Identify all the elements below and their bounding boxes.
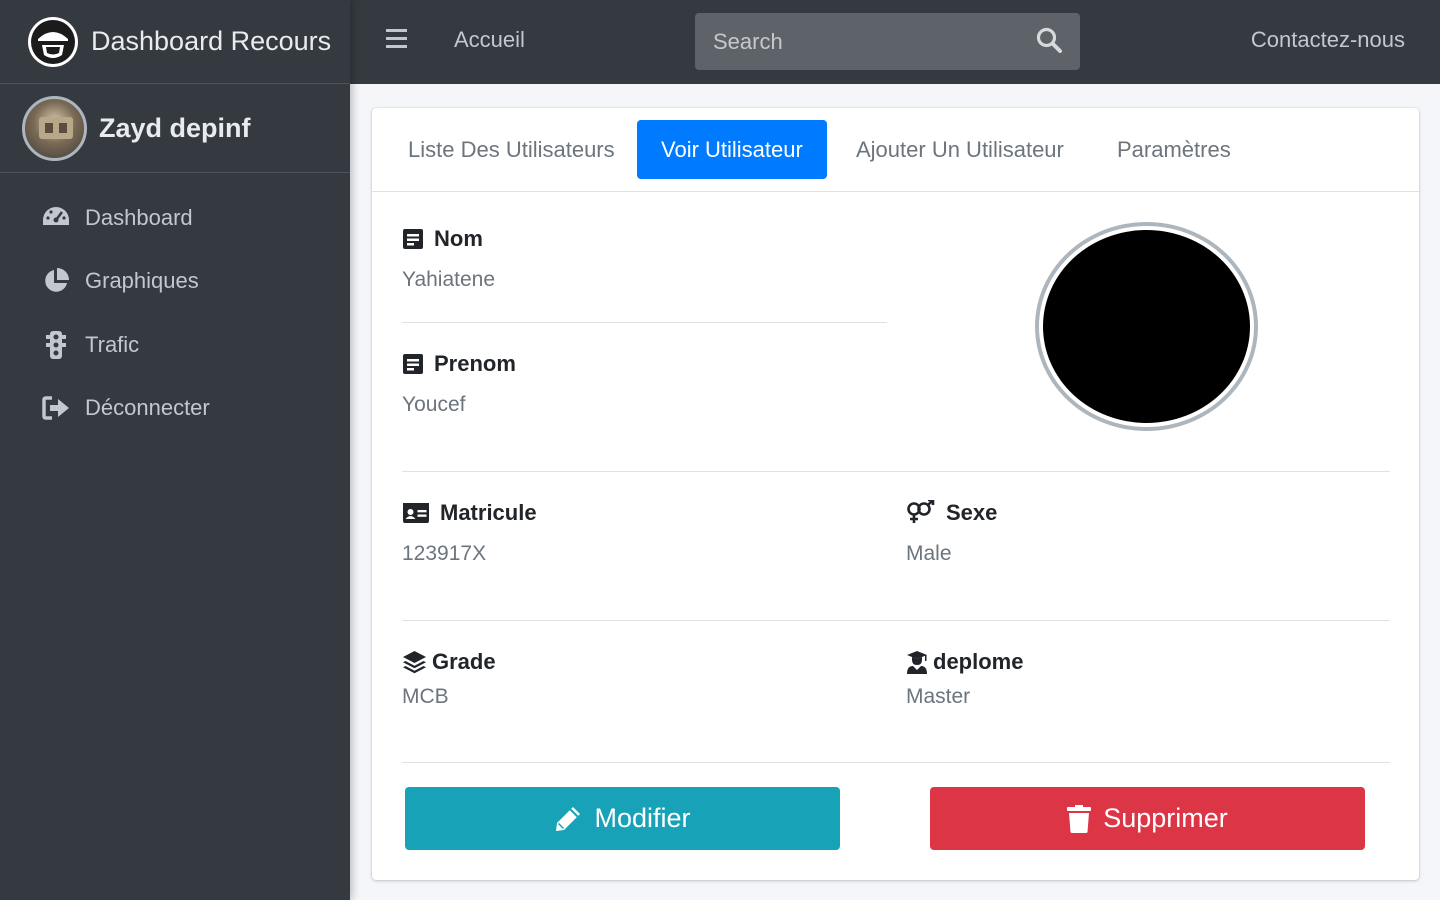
- brand-link[interactable]: Dashboard Recours: [0, 0, 350, 84]
- prenom-value: Youcef: [402, 393, 466, 416]
- nom-value: Yahiatene: [402, 268, 496, 291]
- file-text-icon: [402, 228, 424, 250]
- divider: [402, 471, 1390, 472]
- search-box: [695, 13, 1080, 70]
- search-input[interactable]: [695, 28, 1015, 55]
- sidebar-item-deconnecter[interactable]: Déconnecter: [0, 377, 350, 441]
- matricule-value: 123917X: [402, 542, 487, 565]
- divider: [402, 762, 1390, 763]
- top-navbar: Accueil Contactez-nous: [350, 0, 1440, 84]
- layers-icon: [402, 650, 427, 674]
- graduate-icon: [906, 650, 928, 674]
- avatar: [22, 95, 87, 161]
- id-card-icon: [402, 502, 430, 524]
- sidebar: Dashboard Recours Zayd depinf Dashboard: [0, 0, 350, 900]
- sidebar-item-label: Graphiques: [85, 268, 199, 294]
- tabs-bar: Liste Des Utilisateurs Voir Utilisateur …: [372, 108, 1419, 192]
- grade-value: MCB: [402, 685, 449, 708]
- matricule-label: Matricule: [402, 500, 537, 526]
- sidebar-nav: Dashboard Graphiques Trafic Déconnecter: [0, 173, 350, 440]
- pie-chart-icon: [41, 266, 71, 296]
- tab-parametres[interactable]: Paramètres: [1093, 120, 1255, 179]
- sidebar-item-dashboard[interactable]: Dashboard: [0, 186, 350, 250]
- tab-voir-utilisateur[interactable]: Voir Utilisateur: [637, 120, 827, 179]
- file-text-icon: [402, 353, 424, 375]
- menu-toggle-icon[interactable]: [386, 29, 407, 53]
- user-photo: [1035, 222, 1258, 431]
- sidebar-item-label: Trafic: [85, 331, 140, 357]
- brand-title: Dashboard Recours: [91, 26, 332, 56]
- sidebar-item-label: Déconnecter: [85, 395, 210, 421]
- sidebar-item-graphiques[interactable]: Graphiques: [0, 250, 350, 314]
- grade-label: Grade: [402, 649, 496, 675]
- edit-button[interactable]: Modifier: [405, 787, 840, 850]
- user-name: Zayd depinf: [99, 112, 251, 143]
- traffic-light-icon: [41, 330, 71, 360]
- deplome-label: deplome: [906, 649, 1023, 675]
- sexe-label: Sexe: [906, 500, 997, 526]
- helmet-logo-icon: [28, 16, 78, 67]
- tachometer-icon: [41, 203, 71, 233]
- sidebar-item-trafic[interactable]: Trafic: [0, 313, 350, 377]
- sidebar-item-label: Dashboard: [85, 204, 193, 230]
- trash-icon: [1067, 804, 1092, 833]
- deplome-value: Master: [906, 685, 971, 708]
- sexe-value: Male: [906, 542, 952, 565]
- venus-mars-icon: [906, 500, 936, 526]
- pencil-icon: [554, 805, 582, 833]
- delete-button[interactable]: Supprimer: [930, 787, 1365, 850]
- sign-out-icon: [41, 393, 71, 423]
- user-detail-card: Liste Des Utilisateurs Voir Utilisateur …: [372, 108, 1419, 880]
- user-panel[interactable]: Zayd depinf: [0, 84, 350, 173]
- nom-label: Nom: [402, 226, 483, 252]
- search-icon[interactable]: [1036, 27, 1064, 55]
- contact-link[interactable]: Contactez-nous: [1251, 27, 1405, 53]
- nav-home-link[interactable]: Accueil: [454, 27, 525, 53]
- divider: [402, 322, 887, 323]
- tab-ajouter-utilisateur[interactable]: Ajouter Un Utilisateur: [832, 120, 1088, 179]
- prenom-label: Prenom: [402, 351, 516, 377]
- divider: [402, 620, 1390, 621]
- tab-liste-utilisateurs[interactable]: Liste Des Utilisateurs: [384, 120, 639, 179]
